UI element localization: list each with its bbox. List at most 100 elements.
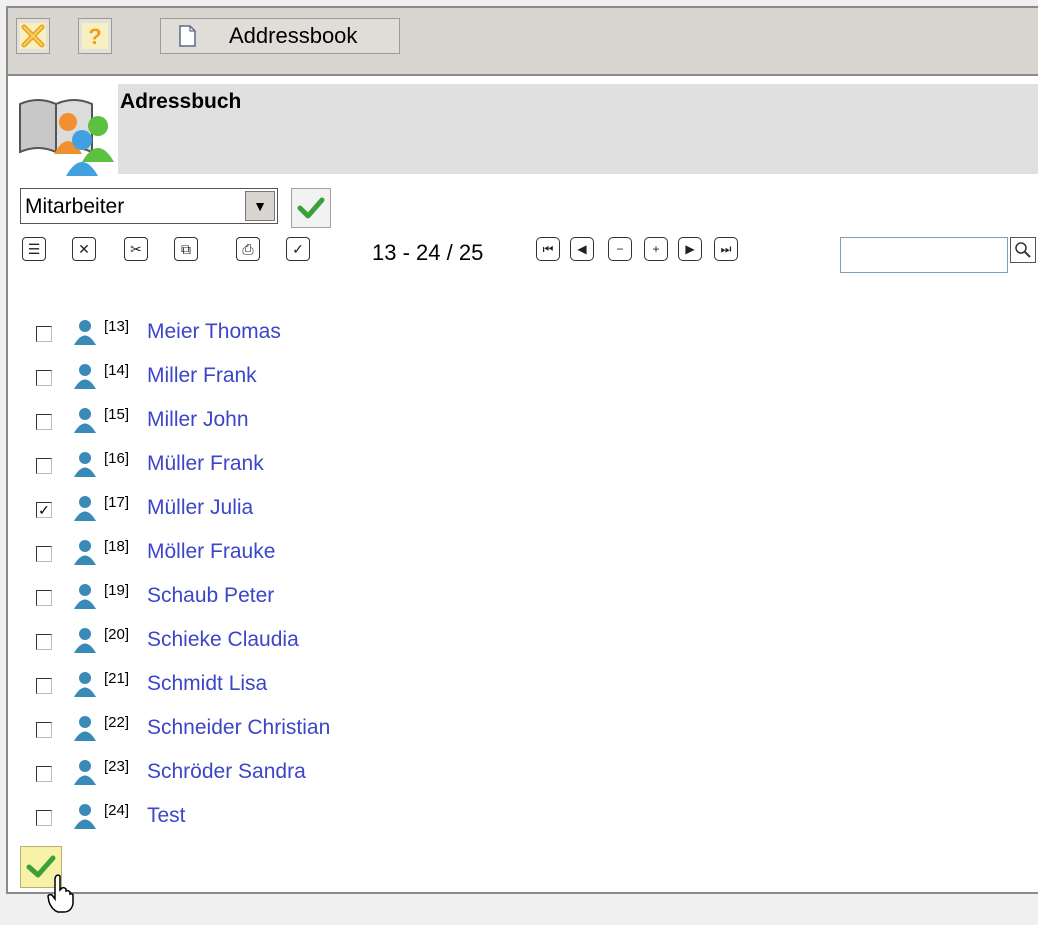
person-icon xyxy=(74,496,96,521)
group-select-value: Mitarbeiter xyxy=(25,195,125,218)
last-page-button[interactable]: ⏭ xyxy=(714,237,738,261)
contact-id: [14] xyxy=(104,362,130,379)
group-select[interactable]: Mitarbeiter ▼ xyxy=(20,188,278,224)
contact-id: [19] xyxy=(104,582,130,599)
search-icon xyxy=(1015,242,1031,258)
list-item: [22] Schneider Christian xyxy=(8,712,608,752)
contact-id: [24] xyxy=(104,802,130,819)
svg-text:?: ? xyxy=(88,24,101,49)
copy-icon: ⧉ xyxy=(181,240,191,257)
chevron-down-icon[interactable]: ▼ xyxy=(245,191,275,221)
person-icon xyxy=(74,716,96,741)
row-checkbox[interactable] xyxy=(36,810,52,826)
list-item: [23] Schröder Sandra xyxy=(8,756,608,796)
tab-addressbook[interactable]: Addressbook xyxy=(160,18,400,54)
list-item: [21] Schmidt Lisa xyxy=(8,668,608,708)
person-icon xyxy=(74,672,96,697)
delete-button[interactable]: ✕ xyxy=(72,237,96,261)
first-page-icon: ⏮ xyxy=(542,241,554,256)
contact-id: [16] xyxy=(104,450,130,467)
last-page-icon: ⏭ xyxy=(720,241,732,256)
contact-name-link[interactable]: Schaub Peter xyxy=(147,584,274,608)
expand-button[interactable]: + xyxy=(644,237,668,261)
row-checkbox[interactable] xyxy=(36,766,52,782)
expand-all-button[interactable]: ☰ xyxy=(22,237,46,261)
header-bar: Adressbuch xyxy=(118,84,1038,174)
previous-page-button[interactable]: ◀ xyxy=(570,237,594,261)
row-checkbox[interactable]: ✓ xyxy=(36,502,52,518)
row-checkbox[interactable] xyxy=(36,722,52,738)
print-button[interactable]: ⎙ xyxy=(236,237,260,261)
contact-name-link[interactable]: Meier Thomas xyxy=(147,320,281,344)
cut-icon: ✂ xyxy=(130,240,142,257)
row-checkbox[interactable] xyxy=(36,590,52,606)
page-title: Adressbuch xyxy=(120,90,242,113)
minus-icon: − xyxy=(616,242,624,256)
person-icon xyxy=(74,540,96,565)
search-button[interactable] xyxy=(1010,237,1036,263)
contact-id: [18] xyxy=(104,538,130,555)
close-icon xyxy=(20,23,46,49)
check-icon: ✓ xyxy=(292,240,304,257)
contact-id: [17] xyxy=(104,494,130,511)
addressbook-people-icon xyxy=(19,99,114,176)
contact-id: [22] xyxy=(104,714,130,731)
row-checkbox[interactable] xyxy=(36,370,52,386)
contact-name-link[interactable]: Miller John xyxy=(147,408,249,432)
next-page-button[interactable]: ▶ xyxy=(678,237,702,261)
person-icon xyxy=(74,452,96,477)
copy-button[interactable]: ⧉ xyxy=(174,237,198,261)
list-item: [19] Schaub Peter xyxy=(8,580,608,620)
list-item: [13] Meier Thomas xyxy=(8,316,608,356)
contact-name-link[interactable]: Schieke Claudia xyxy=(147,628,299,652)
addressbook-window: ? Addressbook Adressbuch Mitarbeiter ▼ ☰… xyxy=(6,6,1038,894)
row-checkbox[interactable] xyxy=(36,678,52,694)
list-item: [24] Test xyxy=(8,800,608,840)
select-all-button[interactable]: ✓ xyxy=(286,237,310,261)
contact-name-link[interactable]: Miller Frank xyxy=(147,364,257,388)
list-item: ✓ [17] Müller Julia xyxy=(8,492,608,532)
first-page-button[interactable]: ⏮ xyxy=(536,237,560,261)
print-icon: ⎙ xyxy=(242,240,254,257)
help-icon: ? xyxy=(82,23,108,49)
apply-filter-button[interactable] xyxy=(291,188,331,228)
cut-button[interactable]: ✂ xyxy=(124,237,148,261)
person-icon xyxy=(74,364,96,389)
list-item: [15] Miller John xyxy=(8,404,608,444)
contact-name-link[interactable]: Schröder Sandra xyxy=(147,760,306,784)
checkmark-icon xyxy=(297,197,325,219)
contact-name-link[interactable]: Schmidt Lisa xyxy=(147,672,267,696)
list-item: [20] Schieke Claudia xyxy=(8,624,608,664)
hand-cursor-icon xyxy=(47,874,74,913)
contact-name-link[interactable]: Müller Frank xyxy=(147,452,264,476)
previous-page-icon: ◀ xyxy=(577,242,587,256)
page-range: 13 - 24 / 25 xyxy=(372,240,484,265)
row-checkbox[interactable] xyxy=(36,326,52,342)
row-checkbox[interactable] xyxy=(36,634,52,650)
person-icon xyxy=(74,804,96,829)
list-item: [14] Miller Frank xyxy=(8,360,608,400)
person-icon xyxy=(74,584,96,609)
collapse-button[interactable]: − xyxy=(608,237,632,261)
list-item: [16] Müller Frank xyxy=(8,448,608,488)
contact-name-link[interactable]: Müller Julia xyxy=(147,496,253,520)
delete-icon: ✕ xyxy=(78,240,90,257)
plus-icon: + xyxy=(652,242,660,256)
close-button[interactable] xyxy=(16,18,50,54)
row-checkbox[interactable] xyxy=(36,414,52,430)
row-checkbox[interactable] xyxy=(36,458,52,474)
help-button[interactable]: ? xyxy=(78,18,112,54)
search-input[interactable] xyxy=(840,237,1008,273)
contact-id: [21] xyxy=(104,670,130,687)
contact-name-link[interactable]: Test xyxy=(147,804,186,828)
next-page-icon: ▶ xyxy=(685,242,695,256)
person-icon xyxy=(74,408,96,433)
contact-name-link[interactable]: Schneider Christian xyxy=(147,716,330,740)
contact-name-link[interactable]: Möller Frauke xyxy=(147,540,275,564)
person-icon xyxy=(74,760,96,785)
top-toolbar: ? Addressbook xyxy=(8,8,1038,76)
person-icon xyxy=(74,320,96,345)
contact-id: [15] xyxy=(104,406,130,423)
row-checkbox[interactable] xyxy=(36,546,52,562)
contact-id: [23] xyxy=(104,758,130,775)
